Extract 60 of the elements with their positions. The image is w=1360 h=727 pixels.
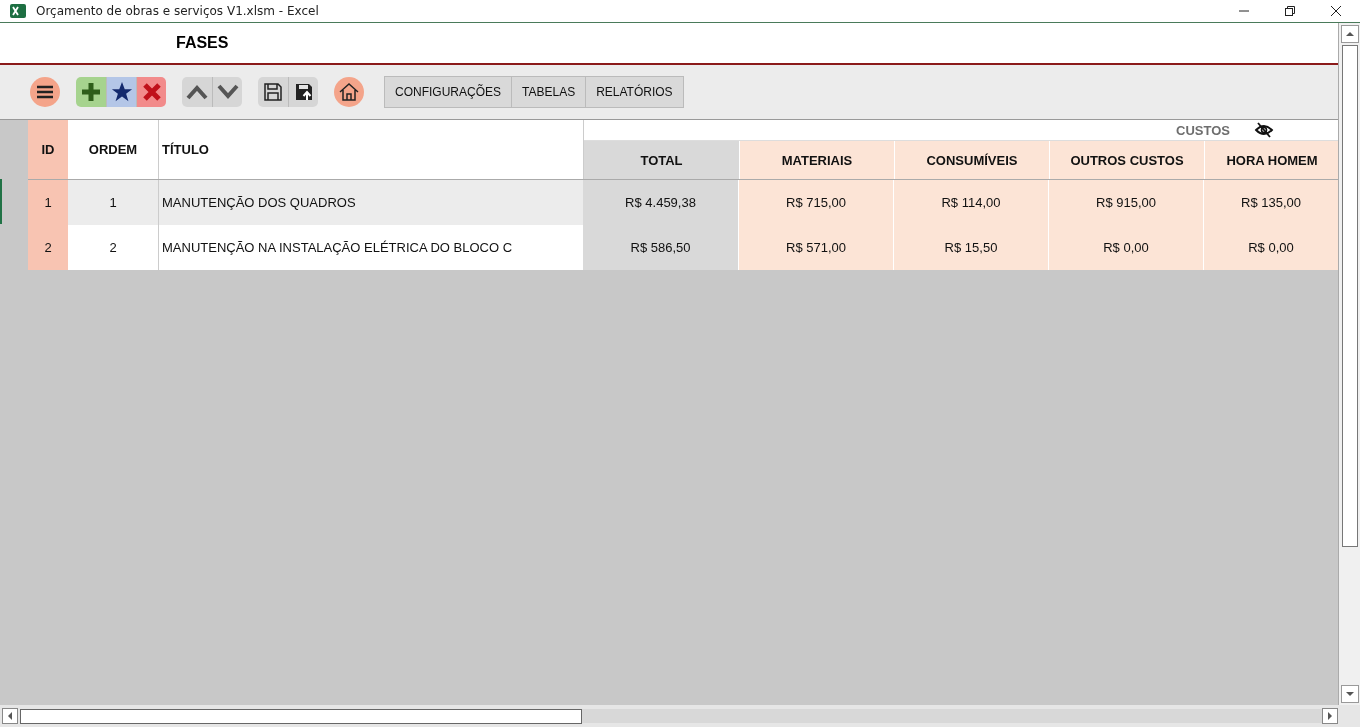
delete-button[interactable] (136, 77, 166, 107)
favorite-button[interactable] (106, 77, 136, 107)
chevron-down-icon (216, 84, 239, 100)
table-cell: R$ 915,00 (1048, 180, 1203, 225)
column-header: MATERIAIS (739, 141, 894, 179)
table-cell: R$ 135,00 (1203, 180, 1338, 225)
group-header: CUSTOS (1176, 122, 1230, 138)
table-cell-text: 2 (108, 239, 118, 257)
table-cell: R$ 571,00 (738, 225, 893, 270)
move-down-button[interactable] (212, 77, 242, 107)
table-row[interactable]: 1 1 MANUTENÇÃO DOS QUADROS R$ 4.459,38 R$ 715,00 R$ 114,00 R$ 915,00 R$ 135,00 (28, 180, 1338, 225)
horizontal-scrollbar[interactable] (0, 705, 1360, 727)
column-header: HORA HOMEM (1204, 141, 1339, 179)
table-cell: R$ 715,00 (738, 180, 893, 225)
close-icon[interactable] (1330, 5, 1342, 17)
menu-icon (36, 85, 54, 99)
menu-tab-button[interactable]: TABELAS (511, 77, 586, 107)
menu-tab-button[interactable]: RELATÓRIOS (585, 77, 683, 107)
chevron-up-icon (186, 84, 208, 100)
hidden-eye-icon[interactable] (1254, 122, 1274, 138)
table-cell: R$ 0,00 (1048, 225, 1203, 270)
table-cell-text: 1 (108, 194, 118, 212)
table-cell: R$ 15,50 (893, 225, 1048, 270)
column-header: ID (28, 120, 68, 179)
scroll-right-icon[interactable] (1322, 708, 1338, 724)
scroll-thumb[interactable] (20, 708, 582, 724)
add-button[interactable] (76, 77, 106, 107)
column-header: ORDEM (68, 120, 158, 179)
table-cell: R$ 114,00 (893, 180, 1048, 225)
menu-button[interactable] (30, 77, 60, 107)
column-header: TOTAL (584, 141, 739, 179)
column-header: CONSUMÍVEIS (894, 141, 1049, 179)
scroll-thumb[interactable] (1341, 45, 1358, 547)
table-cell: 2 (28, 225, 68, 270)
row-selection-marker (0, 179, 2, 224)
scroll-left-icon[interactable] (2, 708, 18, 724)
table-cell: 1 (28, 180, 68, 225)
x-mark-icon (141, 82, 162, 102)
column-header: TÍTULO (158, 120, 583, 179)
table-cell: R$ 4.459,38 (583, 180, 738, 225)
save-button[interactable] (258, 77, 288, 107)
menu-tab-button[interactable]: CONFIGURAÇÕES (385, 77, 511, 107)
table-row[interactable]: 2 2 MANUTENÇÃO NA INSTALAÇÃO ELÉTRICA DO BLOCO C R$ 586,50 R$ 571,00 R$ 15,50 R$ 0,00 R$ 0,00 (28, 225, 1338, 270)
vertical-scrollbar[interactable] (1338, 23, 1360, 705)
scroll-down-icon[interactable] (1340, 685, 1359, 703)
house-icon (338, 81, 360, 103)
column-header: OUTROS CUSTOS (1049, 141, 1204, 179)
excel-logo-icon (10, 3, 26, 19)
sheet-title: FASES (176, 34, 229, 52)
table-cell: R$ 0,00 (1203, 225, 1338, 270)
restore-icon[interactable] (1284, 5, 1296, 17)
export-button[interactable] (288, 77, 318, 107)
move-up-button[interactable] (182, 77, 212, 107)
plus-icon (80, 81, 102, 103)
floppy-disk-upload-icon (293, 82, 314, 102)
home-button[interactable] (334, 77, 364, 107)
star-icon (110, 81, 133, 103)
scroll-up-icon[interactable] (1340, 25, 1359, 43)
window-title: Orçamento de obras e serviços V1.xlsm - Excel (36, 4, 319, 18)
table-cell: R$ 586,50 (583, 225, 738, 270)
